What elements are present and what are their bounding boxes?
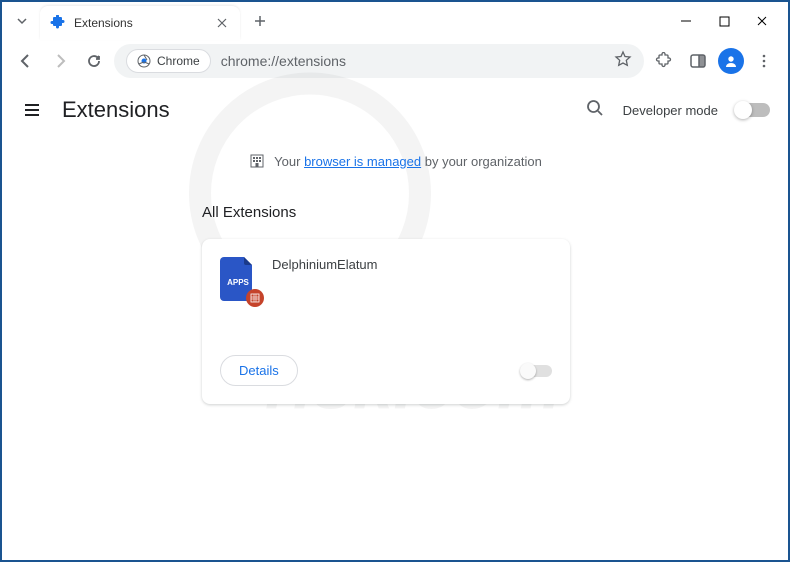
tab-close-button[interactable] — [214, 15, 230, 31]
extension-enable-toggle[interactable] — [522, 365, 552, 377]
maximize-button[interactable] — [714, 11, 734, 31]
managed-badge-icon — [246, 289, 264, 307]
details-button[interactable]: Details — [220, 355, 298, 386]
svg-text:APPS: APPS — [227, 278, 249, 287]
url-text: chrome://extensions — [221, 53, 604, 69]
new-tab-button[interactable] — [246, 7, 274, 35]
developer-mode-toggle[interactable] — [736, 103, 770, 117]
close-window-button[interactable] — [752, 11, 772, 31]
developer-mode-label: Developer mode — [623, 103, 718, 118]
site-chip[interactable]: Chrome — [126, 49, 211, 73]
extension-puzzle-icon — [50, 15, 66, 31]
side-panel-button[interactable] — [684, 47, 712, 75]
reload-button[interactable] — [80, 47, 108, 75]
extension-name: DelphiniumElatum — [272, 257, 378, 337]
browser-toolbar: Chrome chrome://extensions — [2, 40, 788, 82]
extension-icon: APPS — [220, 257, 256, 301]
page-title: Extensions — [62, 97, 170, 123]
bookmark-star-icon[interactable] — [614, 50, 632, 73]
building-icon — [248, 152, 266, 170]
managed-banner: Your browser is managed by your organiza… — [2, 138, 788, 184]
tab-title: Extensions — [74, 16, 214, 30]
browser-managed-link[interactable]: browser is managed — [304, 154, 421, 169]
minimize-button[interactable] — [676, 11, 696, 31]
tab-dropdown-button[interactable] — [10, 9, 34, 33]
search-button[interactable] — [585, 98, 605, 123]
content-area: All Extensions APPS DelphiniumElatum Det… — [2, 184, 788, 404]
site-chip-label: Chrome — [157, 54, 200, 68]
browser-tab[interactable]: Extensions — [40, 6, 240, 40]
banner-suffix: by your organization — [421, 154, 542, 169]
extensions-menu-button[interactable] — [650, 47, 678, 75]
banner-prefix: Your — [274, 154, 304, 169]
address-bar[interactable]: Chrome chrome://extensions — [114, 44, 644, 78]
profile-avatar[interactable] — [718, 48, 744, 74]
page-header: Extensions Developer mode — [2, 82, 788, 138]
section-title: All Extensions — [202, 204, 788, 221]
chrome-icon — [137, 54, 151, 68]
extension-card: APPS DelphiniumElatum Details — [202, 239, 570, 404]
forward-button[interactable] — [46, 47, 74, 75]
window-controls — [676, 11, 780, 31]
menu-button[interactable] — [20, 98, 44, 122]
back-button[interactable] — [12, 47, 40, 75]
chrome-menu-button[interactable] — [750, 47, 778, 75]
titlebar: Extensions — [2, 2, 788, 40]
